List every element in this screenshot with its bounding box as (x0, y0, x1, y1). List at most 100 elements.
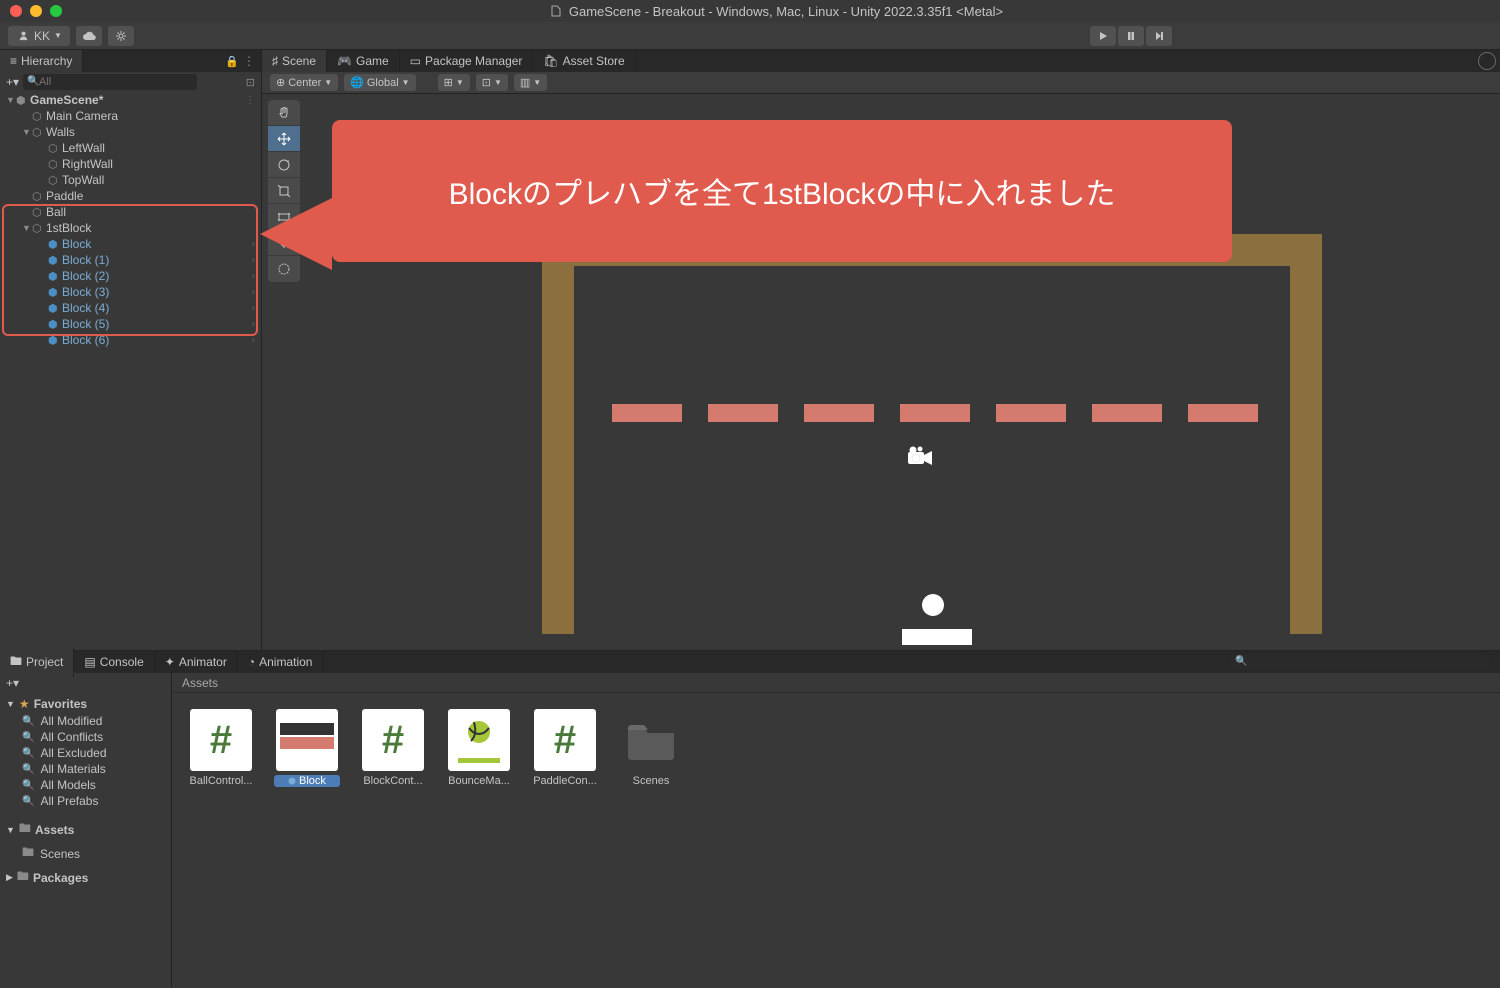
block1-row[interactable]: ⬢Block (1)› (0, 252, 261, 268)
prefab-open-icon[interactable]: › (252, 335, 255, 346)
ball-gizmo[interactable] (922, 594, 944, 616)
fav-all-excluded[interactable]: 🔍All Excluded (6, 745, 165, 761)
kebab-icon[interactable]: ⋮ (243, 54, 255, 68)
game-preview (542, 234, 1322, 634)
rotate-snap-icon: ▥ (520, 76, 530, 89)
fav-all-conflicts[interactable]: 🔍All Conflicts (6, 729, 165, 745)
annotation-callout: Blockのプレハブを全て1stBlockの中に入れました (332, 120, 1232, 262)
tab-console[interactable]: ▤Console (74, 651, 154, 673)
lock-icon[interactable]: 🔒 (225, 55, 239, 68)
account-dropdown[interactable]: KK ▼ (8, 26, 70, 46)
tab-asset-store[interactable]: 🛍Asset Store (533, 50, 635, 72)
search-icon: 🔍 (22, 748, 34, 759)
leftwall-row[interactable]: ⬡LeftWall (0, 140, 261, 156)
scenes-folder[interactable]: 🖿Scenes (6, 842, 165, 865)
asset-block[interactable]: ⬢ Block (274, 709, 340, 787)
move-tool[interactable] (268, 126, 300, 152)
tab-game[interactable]: 🎮Game (327, 50, 400, 72)
pause-button[interactable] (1118, 26, 1144, 46)
main-camera-row[interactable]: ⬡Main Camera (0, 108, 261, 124)
topwall-row[interactable]: ⬡TopWall (0, 172, 261, 188)
sync-icon[interactable]: ⊡ (246, 76, 255, 89)
fav-all-materials[interactable]: 🔍All Materials (6, 761, 165, 777)
tab-package-manager[interactable]: ▭Package Manager (400, 50, 534, 72)
hand-tool[interactable] (268, 100, 300, 126)
snap-increment-dropdown[interactable]: ⊡▼ (476, 74, 508, 91)
create-dropdown[interactable]: +▾ (6, 75, 19, 89)
search-icon: 🔍 (22, 764, 34, 775)
paddle-gizmo[interactable] (902, 629, 972, 645)
maximize-window-icon[interactable] (50, 5, 62, 17)
scene-row[interactable]: ▼⬢GameScene*⋮ (0, 92, 261, 108)
fav-all-modified[interactable]: 🔍All Modified (6, 713, 165, 729)
hierarchy-search-input[interactable] (23, 74, 197, 90)
block-gizmo[interactable] (900, 404, 970, 422)
ball-row[interactable]: ⬡Ball (0, 204, 261, 220)
block-gizmo[interactable] (1092, 404, 1162, 422)
paddle-row[interactable]: ⬡Paddle (0, 188, 261, 204)
block5-row[interactable]: ⬢Block (5)› (0, 316, 261, 332)
prefab-open-icon[interactable]: › (252, 319, 255, 330)
prefab-open-icon[interactable]: › (252, 239, 255, 250)
block-row[interactable]: ⬢Block› (0, 236, 261, 252)
snap-rotate-dropdown[interactable]: ▥▼ (514, 74, 547, 91)
packages-folder[interactable]: ▶🖿Packages (6, 865, 165, 890)
rightwall-row[interactable]: ⬡RightWall (0, 156, 261, 172)
asset-paddlecontrol[interactable]: # PaddleCon... (532, 709, 598, 787)
favorites-header[interactable]: ▼★Favorites (6, 695, 165, 713)
tab-animator[interactable]: ✦Animator (155, 651, 238, 673)
rotate-tool[interactable] (268, 152, 300, 178)
asset-bouncematerial[interactable]: BounceMa... (446, 709, 512, 787)
scene-menu-icon[interactable]: ⋮ (245, 95, 255, 106)
package-icon: ▭ (410, 54, 421, 68)
prefab-open-icon[interactable]: › (252, 303, 255, 314)
block2-row[interactable]: ⬢Block (2)› (0, 268, 261, 284)
cloud-button[interactable] (76, 26, 102, 46)
fav-all-prefabs[interactable]: 🔍All Prefabs (6, 793, 165, 809)
assets-grid[interactable]: # BallControl... ⬢ Block # BlockCont... (172, 693, 1500, 803)
block3-row[interactable]: ⬢Block (3)› (0, 284, 261, 300)
prefab-open-icon[interactable]: › (252, 255, 255, 266)
close-window-icon[interactable] (10, 5, 22, 17)
block4-row[interactable]: ⬢Block (4)› (0, 300, 261, 316)
play-button[interactable] (1090, 26, 1116, 46)
fav-all-models[interactable]: 🔍All Models (6, 777, 165, 793)
walls-row[interactable]: ▼⬡Walls (0, 124, 261, 140)
asset-ballcontrol[interactable]: # BallControl... (188, 709, 254, 787)
block-gizmo[interactable] (804, 404, 874, 422)
settings-button[interactable] (108, 26, 134, 46)
prefab-icon: ⬢ (48, 254, 62, 267)
project-search-input[interactable] (1230, 654, 1490, 670)
tab-project[interactable]: 🖿Project (0, 648, 74, 677)
asset-scenes-folder[interactable]: Scenes (618, 709, 684, 787)
prefab-open-icon[interactable]: › (252, 287, 255, 298)
asset-blockcontrol[interactable]: # BlockCont... (360, 709, 426, 787)
hierarchy-tab[interactable]: ≡ Hierarchy (0, 50, 83, 72)
hierarchy-tree[interactable]: ▼⬢GameScene*⋮ ⬡Main Camera ▼⬡Walls ⬡Left… (0, 92, 261, 650)
camera-gizmo-icon[interactable] (902, 444, 936, 471)
blocks-row (612, 404, 1258, 422)
callout-text: Blockのプレハブを全て1stBlockの中に入れました (449, 169, 1116, 213)
step-button[interactable] (1146, 26, 1172, 46)
tab-scene[interactable]: ♯Scene (262, 50, 327, 72)
prefab-open-icon[interactable]: › (252, 271, 255, 282)
tab-animation[interactable]: ◔Animation (238, 651, 324, 673)
scene-settings-icon[interactable] (1478, 52, 1496, 70)
block-gizmo[interactable] (996, 404, 1066, 422)
block6-row[interactable]: ⬢Block (6)› (0, 332, 261, 348)
firstblock-row[interactable]: ▼⬡1stBlock (0, 220, 261, 236)
minimize-window-icon[interactable] (30, 5, 42, 17)
scene-icon: ⬢ (16, 94, 30, 107)
script-icon: # (190, 709, 252, 771)
block-gizmo[interactable] (612, 404, 682, 422)
block-gizmo[interactable] (1188, 404, 1258, 422)
project-breadcrumb[interactable]: Assets (172, 673, 1500, 693)
space-dropdown[interactable]: 🌐Global▼ (344, 74, 415, 91)
block-gizmo[interactable] (708, 404, 778, 422)
gameobject-icon: ⬡ (32, 190, 46, 203)
pivot-dropdown[interactable]: ⊕Center▼ (270, 74, 338, 91)
pivot-icon: ⊕ (276, 76, 285, 89)
snap-grid-dropdown[interactable]: ⊞▼ (438, 74, 470, 91)
create-dropdown[interactable]: +▾ (6, 676, 19, 690)
assets-folder[interactable]: ▼🖿Assets (6, 817, 165, 842)
